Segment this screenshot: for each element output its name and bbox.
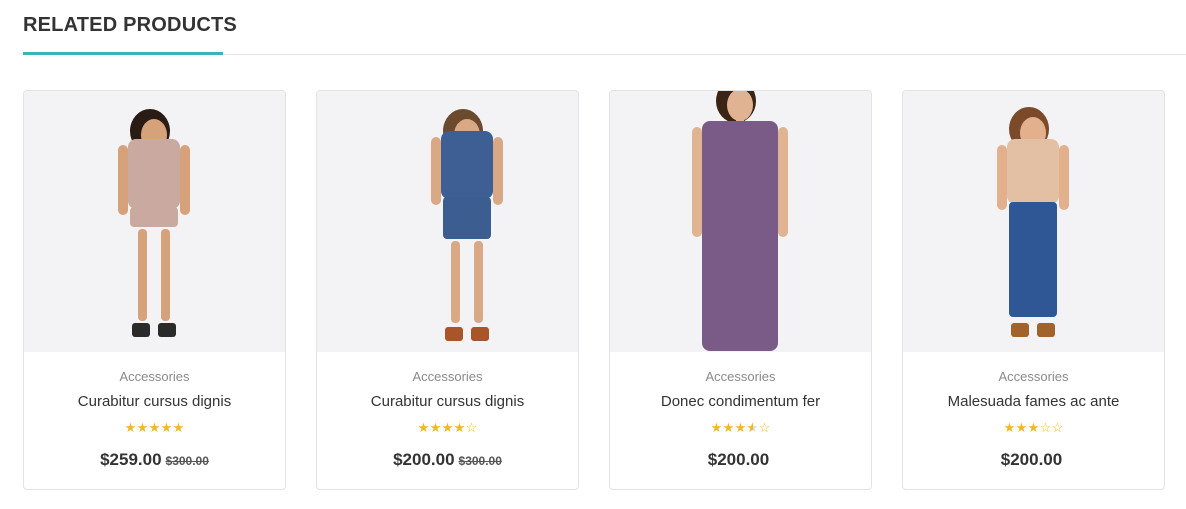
product-image[interactable] <box>24 91 285 352</box>
bottom-garment-shape <box>130 207 178 227</box>
left-arm-shape <box>692 127 702 237</box>
product-name[interactable]: Donec condimentum fer <box>610 393 871 410</box>
section-title: RELATED PRODUCTS <box>23 14 237 36</box>
product-image[interactable] <box>317 91 578 352</box>
price-block: $200.00 <box>903 450 1164 470</box>
right-shoe-shape <box>1037 323 1055 337</box>
product-card[interactable]: Accessories Curabitur cursus dignis ★★★★… <box>23 90 286 490</box>
star-full-icon: ★ <box>1015 420 1028 435</box>
star-full-icon: ★ <box>160 420 173 435</box>
bottom-garment-shape <box>443 197 491 239</box>
price-block: $200.00 $300.00 <box>317 450 578 470</box>
product-image[interactable] <box>903 91 1164 352</box>
left-leg-shape <box>138 229 147 321</box>
right-shoe-shape <box>471 327 489 341</box>
product-card[interactable]: Accessories Donec condimentum fer ★★★★★☆… <box>609 90 872 490</box>
right-arm-shape <box>493 137 503 205</box>
star-full-icon: ★ <box>441 420 454 435</box>
price-block: $259.00 $300.00 <box>24 450 285 470</box>
top-garment-shape <box>128 139 180 209</box>
top-garment-shape <box>702 121 778 351</box>
star-empty-icon: ☆ <box>1039 420 1052 435</box>
top-garment-shape <box>441 131 493 199</box>
section-header: RELATED PRODUCTS <box>23 0 1186 55</box>
left-arm-shape <box>431 137 441 205</box>
star-full-icon: ★ <box>722 420 735 435</box>
product-name[interactable]: Malesuada fames ac ante <box>903 393 1164 410</box>
old-price: $300.00 <box>458 454 502 468</box>
woman-floral-romper-image <box>118 109 190 337</box>
rating-stars: ★★★★★☆ <box>610 420 871 436</box>
product-category[interactable]: Accessories <box>24 369 285 384</box>
product-card[interactable]: Accessories Curabitur cursus dignis ★★★★… <box>316 90 579 490</box>
star-full-icon: ★ <box>172 420 185 435</box>
right-arm-shape <box>1059 145 1069 210</box>
star-full-icon: ★ <box>1027 420 1040 435</box>
bottom-garment-shape <box>1009 202 1057 317</box>
star-full-icon: ★ <box>148 420 161 435</box>
product-price: $200.00 <box>707 450 770 469</box>
right-arm-shape <box>778 127 788 237</box>
product-price: $200.00 <box>1000 450 1063 469</box>
star-full-icon: ★ <box>453 420 466 435</box>
star-full-icon: ★ <box>1003 420 1016 435</box>
star-half-fill: ★ <box>747 420 753 436</box>
star-full-icon: ★ <box>429 420 442 435</box>
product-category[interactable]: Accessories <box>903 369 1164 384</box>
title-underline <box>23 52 223 55</box>
right-leg-shape <box>474 241 483 323</box>
star-full-icon: ★ <box>124 420 137 435</box>
price-block: $200.00 <box>610 450 871 470</box>
left-shoe-shape <box>1011 323 1029 337</box>
woman-denim-dress-image <box>431 109 503 341</box>
right-arm-shape <box>180 145 190 215</box>
product-image[interactable] <box>610 91 871 352</box>
top-garment-shape <box>1007 139 1059 204</box>
product-card[interactable]: Accessories Malesuada fames ac ante ★★★☆… <box>902 90 1165 490</box>
left-leg-shape <box>451 241 460 323</box>
product-price: $200.00 <box>393 450 455 469</box>
rating-stars: ★★★★★ <box>24 420 285 436</box>
woman-denim-culottes-image <box>997 107 1069 337</box>
rating-stars: ★★★★☆ <box>317 420 578 436</box>
product-price: $259.00 <box>100 450 162 469</box>
left-arm-shape <box>118 145 128 215</box>
old-price: $300.00 <box>165 454 209 468</box>
right-shoe-shape <box>158 323 176 337</box>
star-full-icon: ★ <box>417 420 430 435</box>
star-full-icon: ★ <box>136 420 149 435</box>
product-name[interactable]: Curabitur cursus dignis <box>317 393 578 410</box>
star-empty-icon: ☆ <box>1051 420 1064 435</box>
left-shoe-shape <box>132 323 150 337</box>
woman-paisley-kimono-image <box>692 91 788 351</box>
left-shoe-shape <box>445 327 463 341</box>
product-category[interactable]: Accessories <box>317 369 578 384</box>
rating-stars: ★★★☆☆ <box>903 420 1164 436</box>
product-name[interactable]: Curabitur cursus dignis <box>24 393 285 410</box>
star-empty-icon: ☆ <box>465 420 478 435</box>
product-category[interactable]: Accessories <box>610 369 871 384</box>
star-full-icon: ★ <box>734 420 747 435</box>
right-leg-shape <box>161 229 170 321</box>
star-half-icon: ★★ <box>746 420 759 436</box>
star-full-icon: ★ <box>710 420 723 435</box>
star-empty-icon: ☆ <box>758 420 771 435</box>
left-arm-shape <box>997 145 1007 210</box>
